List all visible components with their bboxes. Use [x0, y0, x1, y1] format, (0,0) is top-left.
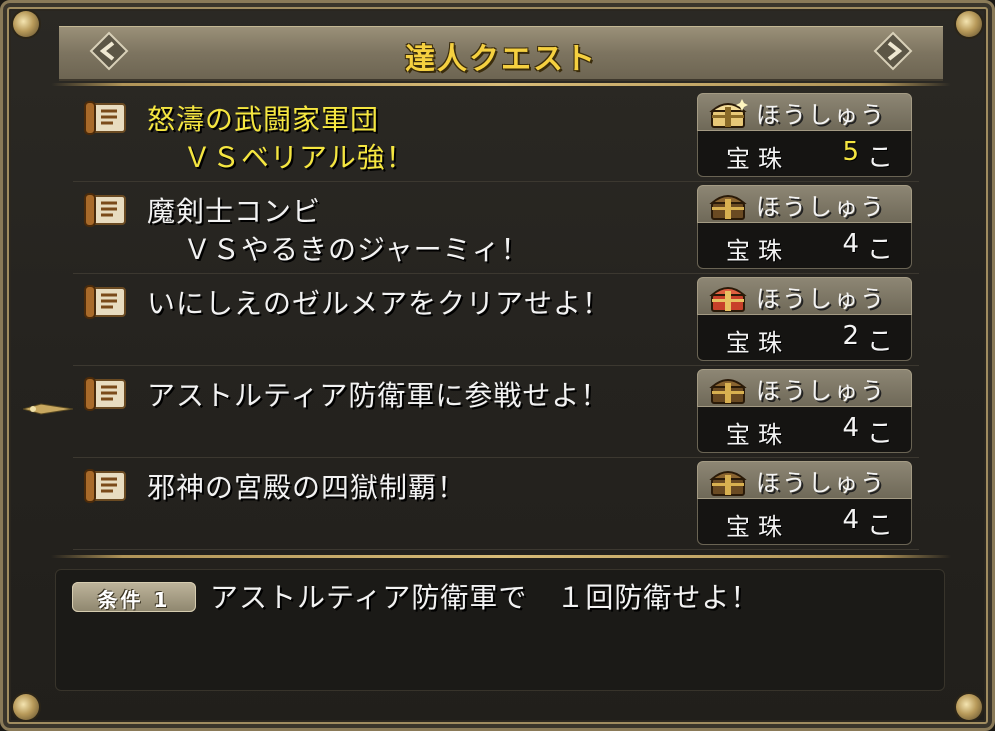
reward-item: 宝珠 [726, 329, 790, 357]
scroll-icon [84, 377, 126, 411]
quest-row[interactable]: 魔剣士コンビ ＶＳやるきのジャーミィ！ ほうしゅう 宝珠 4 こ [73, 183, 919, 274]
quest-list: 怒濤の武闘家軍団 ＶＳベリアル強！ ほうしゅう 宝珠 5 こ 魔剣士コンビ ＶＳ… [73, 91, 919, 551]
quest-name-line2: ＶＳやるきのジャーミィ！ [183, 233, 530, 266]
reward-box: ほうしゅう 宝珠 5 こ [697, 93, 912, 177]
scroll-icon [84, 193, 126, 227]
quest-name[interactable]: 怒濤の武闘家軍団 ＶＳベリアル強！ [147, 101, 415, 177]
treasure-chest-icon [709, 379, 747, 404]
quest-name-line1: アストルティア防衛軍に参戦せよ！ [147, 379, 610, 412]
quest-name-line1: 怒濤の武闘家軍団 [147, 103, 380, 136]
quest-name[interactable]: 魔剣士コンビ ＶＳやるきのジャーミィ！ [147, 193, 530, 269]
treasure-chest-icon [709, 471, 747, 496]
treasure-chest-icon [709, 99, 748, 128]
reward-label: ほうしゅう [756, 377, 886, 405]
reward-label: ほうしゅう [756, 101, 886, 129]
window-title: 達人クエスト [405, 42, 597, 77]
reward-header: ほうしゅう [697, 461, 912, 499]
condition-text: アストルティア防衛軍で １回防衛せよ！ [210, 581, 760, 614]
quest-row[interactable]: アストルティア防衛軍に参戦せよ！ ほうしゅう 宝珠 4 こ [73, 367, 919, 458]
reward-unit: こ [866, 327, 893, 357]
reward-count: 4 [842, 505, 859, 535]
reward-detail: 宝珠 5 こ [697, 131, 912, 177]
scroll-icon [84, 469, 126, 503]
reward-count: 4 [842, 229, 859, 259]
reward-unit: こ [866, 143, 893, 173]
treasure-chest-icon [709, 195, 747, 220]
reward-detail: 宝珠 2 こ [697, 315, 912, 361]
title-bar: 達人クエスト [59, 26, 943, 81]
reward-item: 宝珠 [726, 513, 790, 541]
reward-label: ほうしゅう [756, 193, 886, 221]
reward-item: 宝珠 [726, 237, 790, 265]
reward-detail: 宝珠 4 こ [697, 223, 912, 269]
reward-unit: こ [866, 235, 893, 265]
reward-box: ほうしゅう 宝珠 2 こ [697, 277, 912, 361]
next-page-icon[interactable] [873, 31, 913, 71]
quest-row[interactable]: 怒濤の武闘家軍団 ＶＳベリアル強！ ほうしゅう 宝珠 5 こ [73, 91, 919, 182]
reward-detail: 宝珠 4 こ [697, 407, 912, 453]
quest-name-line1: 魔剣士コンビ [147, 195, 322, 228]
reward-header: ほうしゅう [697, 93, 912, 131]
reward-count: 4 [842, 413, 859, 443]
condition-label: 条件 1 [97, 588, 171, 612]
quest-detail-panel: 条件 1 アストルティア防衛軍で １回防衛せよ！ [55, 569, 945, 691]
divider [51, 555, 951, 558]
reward-count: 2 [842, 321, 859, 351]
reward-count: 5 [842, 137, 859, 167]
quest-name[interactable]: アストルティア防衛軍に参戦せよ！ [147, 377, 609, 415]
quest-name[interactable]: いにしえのゼルメアをクリアせよ！ [147, 285, 611, 323]
divider [51, 83, 951, 86]
quest-name-line2: ＶＳベリアル強！ [183, 141, 415, 174]
reward-label: ほうしゅう [756, 285, 886, 313]
quest-name[interactable]: 邪神の宮殿の四獄制覇！ [147, 469, 466, 507]
reward-item: 宝珠 [726, 421, 790, 449]
reward-unit: こ [866, 511, 893, 541]
corner-ornament [956, 11, 982, 37]
quest-window: 達人クエスト 怒濤の武闘家軍団 ＶＳベリアル強！ ほうしゅう 宝珠 5 こ 魔剣… [0, 0, 995, 731]
reward-box: ほうしゅう 宝珠 4 こ [697, 185, 912, 269]
reward-unit: こ [866, 419, 893, 449]
treasure-chest-icon [709, 287, 747, 312]
reward-header: ほうしゅう [697, 369, 912, 407]
reward-label: ほうしゅう [756, 469, 886, 497]
condition-badge: 条件 1 [72, 582, 196, 612]
corner-ornament [13, 694, 39, 720]
reward-item: 宝珠 [726, 145, 790, 173]
quest-name-line1: いにしえのゼルメアをクリアせよ！ [147, 287, 612, 320]
corner-ornament [956, 694, 982, 720]
reward-detail: 宝珠 4 こ [697, 499, 912, 545]
selection-cursor-icon [23, 403, 73, 415]
scroll-icon [84, 101, 126, 135]
corner-ornament [13, 11, 39, 37]
quest-row[interactable]: いにしえのゼルメアをクリアせよ！ ほうしゅう 宝珠 2 こ [73, 275, 919, 366]
reward-header: ほうしゅう [697, 185, 912, 223]
scroll-icon [84, 285, 126, 319]
quest-row[interactable]: 邪神の宮殿の四獄制覇！ ほうしゅう 宝珠 4 こ [73, 459, 919, 550]
quest-name-line1: 邪神の宮殿の四獄制覇！ [147, 471, 467, 504]
reward-box: ほうしゅう 宝珠 4 こ [697, 461, 912, 545]
reward-header: ほうしゅう [697, 277, 912, 315]
reward-box: ほうしゅう 宝珠 4 こ [697, 369, 912, 453]
